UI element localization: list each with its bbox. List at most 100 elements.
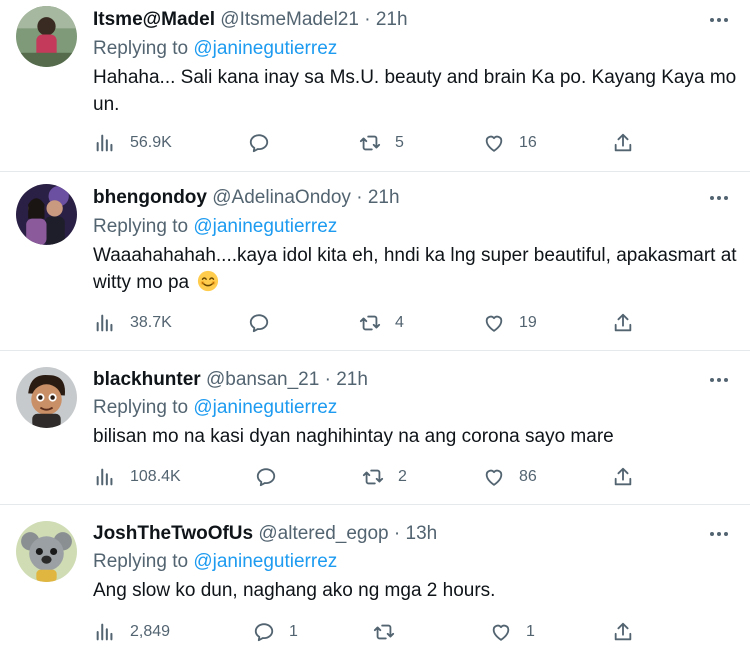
share-upload-icon xyxy=(614,313,632,332)
display-name[interactable]: bhengondoy xyxy=(93,187,207,208)
tweet-text: Waaahahahah....kaya idol kita eh, hndi k… xyxy=(93,245,737,293)
retweet-button[interactable]: 4 xyxy=(359,308,404,338)
tweet-actions: 38.7K 4 19 xyxy=(0,308,750,338)
mention-link[interactable]: @janinegutierrez xyxy=(193,38,337,59)
speech-bubble-icon xyxy=(249,134,269,153)
more-dots-icon[interactable] xyxy=(704,522,734,546)
timestamp[interactable]: 21h xyxy=(376,9,408,30)
timestamp[interactable]: 13h xyxy=(406,523,438,544)
more-dots-icon[interactable] xyxy=(704,8,734,32)
retweet-icon xyxy=(373,624,395,640)
avatar[interactable] xyxy=(16,367,77,428)
user-handle[interactable]: @bansan_21 xyxy=(206,369,319,390)
display-name[interactable]: Itsme@Madel xyxy=(93,9,215,30)
avatar[interactable] xyxy=(16,184,77,245)
replying-to: Replying to @janinegutierrez xyxy=(93,215,337,239)
views-count: 108.4K xyxy=(130,468,181,485)
mention-link[interactable]: @janinegutierrez xyxy=(193,551,337,572)
replying-to: Replying to @janinegutierrez xyxy=(93,37,337,61)
reply-button[interactable] xyxy=(248,308,284,338)
retweet-count: 5 xyxy=(395,134,404,151)
retweet-count: 2 xyxy=(398,468,407,485)
avatar[interactable] xyxy=(16,6,77,67)
retweet-button[interactable] xyxy=(373,617,409,647)
views-button[interactable]: 2,849 xyxy=(94,617,170,647)
user-handle[interactable]: @AdelinaOndoy xyxy=(212,187,351,208)
replying-to-label: Replying to xyxy=(93,38,189,59)
retweet-icon xyxy=(362,469,384,485)
views-button[interactable]: 56.9K xyxy=(94,128,172,158)
display-name[interactable]: JoshTheTwoOfUs xyxy=(93,523,253,544)
retweet-count: 4 xyxy=(395,314,404,331)
share-button[interactable] xyxy=(612,617,634,647)
user-handle[interactable]: @altered_egop xyxy=(258,523,388,544)
share-button[interactable] xyxy=(612,128,634,158)
tweet-text: Hahaha... Sali kana inay sa Ms.U. beauty… xyxy=(93,67,737,115)
heart-icon xyxy=(492,624,510,641)
views-button[interactable]: 108.4K xyxy=(94,462,181,492)
like-button[interactable]: 1 xyxy=(490,617,535,647)
separator: · xyxy=(364,9,371,30)
tweet-actions: 2,849 1 1 xyxy=(0,617,750,647)
more-dots-icon[interactable] xyxy=(704,186,734,210)
like-button[interactable]: 19 xyxy=(483,308,537,338)
tweet-body: Waaahahahah....kaya idol kita eh, hndi k… xyxy=(93,242,738,296)
more-dots-icon[interactable] xyxy=(704,368,734,392)
display-name[interactable]: blackhunter xyxy=(93,369,201,390)
replying-to-label: Replying to xyxy=(93,551,189,572)
tweet-text: bilisan mo na kasi dyan naghihintay na a… xyxy=(93,426,614,447)
reply-count: 1 xyxy=(289,623,298,640)
share-button[interactable] xyxy=(612,462,634,492)
like-count: 86 xyxy=(519,468,537,485)
bar-chart-icon xyxy=(96,623,113,641)
tweet-item[interactable]: bhengondoy @AdelinaOndoy · 21h Replying … xyxy=(0,172,750,351)
share-upload-icon xyxy=(614,622,632,641)
retweet-icon xyxy=(359,315,381,331)
retweet-button[interactable]: 5 xyxy=(359,128,404,158)
replying-to-label: Replying to xyxy=(93,216,189,237)
tweet-item[interactable]: blackhunter @bansan_21 · 21h Replying to… xyxy=(0,351,750,505)
heart-icon xyxy=(485,469,503,486)
share-button[interactable] xyxy=(612,308,634,338)
like-button[interactable]: 16 xyxy=(483,128,537,158)
views-count: 56.9K xyxy=(130,134,172,151)
reply-button[interactable]: 1 xyxy=(253,617,298,647)
separator: · xyxy=(356,187,363,208)
tweet-header: bhengondoy @AdelinaOndoy · 21h xyxy=(93,186,400,210)
share-upload-icon xyxy=(614,133,632,152)
mention-link[interactable]: @janinegutierrez xyxy=(193,397,337,418)
replying-to-label: Replying to xyxy=(93,397,189,418)
replies-feed: Itsme@Madel @ItsmeMadel21 · 21h Replying… xyxy=(0,0,750,659)
tweet-header: JoshTheTwoOfUs @altered_egop · 13h xyxy=(93,522,437,546)
views-count: 38.7K xyxy=(130,314,172,331)
replying-to: Replying to @janinegutierrez xyxy=(93,396,337,420)
user-handle[interactable]: @ItsmeMadel21 xyxy=(220,9,359,30)
mention-link[interactable]: @janinegutierrez xyxy=(193,216,337,237)
tweet-item[interactable]: JoshTheTwoOfUs @altered_egop · 13h Reply… xyxy=(0,505,750,659)
timestamp[interactable]: 21h xyxy=(336,369,368,390)
like-button[interactable]: 86 xyxy=(483,462,537,492)
reply-button[interactable] xyxy=(248,128,284,158)
reply-button[interactable] xyxy=(255,462,291,492)
speech-bubble-icon xyxy=(254,623,274,642)
retweet-icon xyxy=(359,135,381,151)
smiling-face-emoji xyxy=(198,270,219,292)
speech-bubble-icon xyxy=(256,468,276,487)
like-count: 16 xyxy=(519,134,537,151)
views-button[interactable]: 38.7K xyxy=(94,308,172,338)
like-count: 1 xyxy=(526,623,535,640)
views-count: 2,849 xyxy=(130,623,171,640)
avatar[interactable] xyxy=(16,521,77,582)
timestamp[interactable]: 21h xyxy=(368,187,400,208)
separator: · xyxy=(324,369,331,390)
heart-icon xyxy=(485,135,503,152)
tweet-actions: 108.4K 2 86 xyxy=(0,462,750,492)
speech-bubble-icon xyxy=(249,314,269,333)
bar-chart-icon xyxy=(96,314,113,332)
bar-chart-icon xyxy=(96,468,113,486)
retweet-button[interactable]: 2 xyxy=(362,462,407,492)
tweet-actions: 56.9K 5 16 xyxy=(0,128,750,158)
tweet-item[interactable]: Itsme@Madel @ItsmeMadel21 · 21h Replying… xyxy=(0,0,750,172)
tweet-text: Ang slow ko dun, naghang ako ng mga 2 ho… xyxy=(93,580,496,601)
heart-icon xyxy=(485,315,503,332)
